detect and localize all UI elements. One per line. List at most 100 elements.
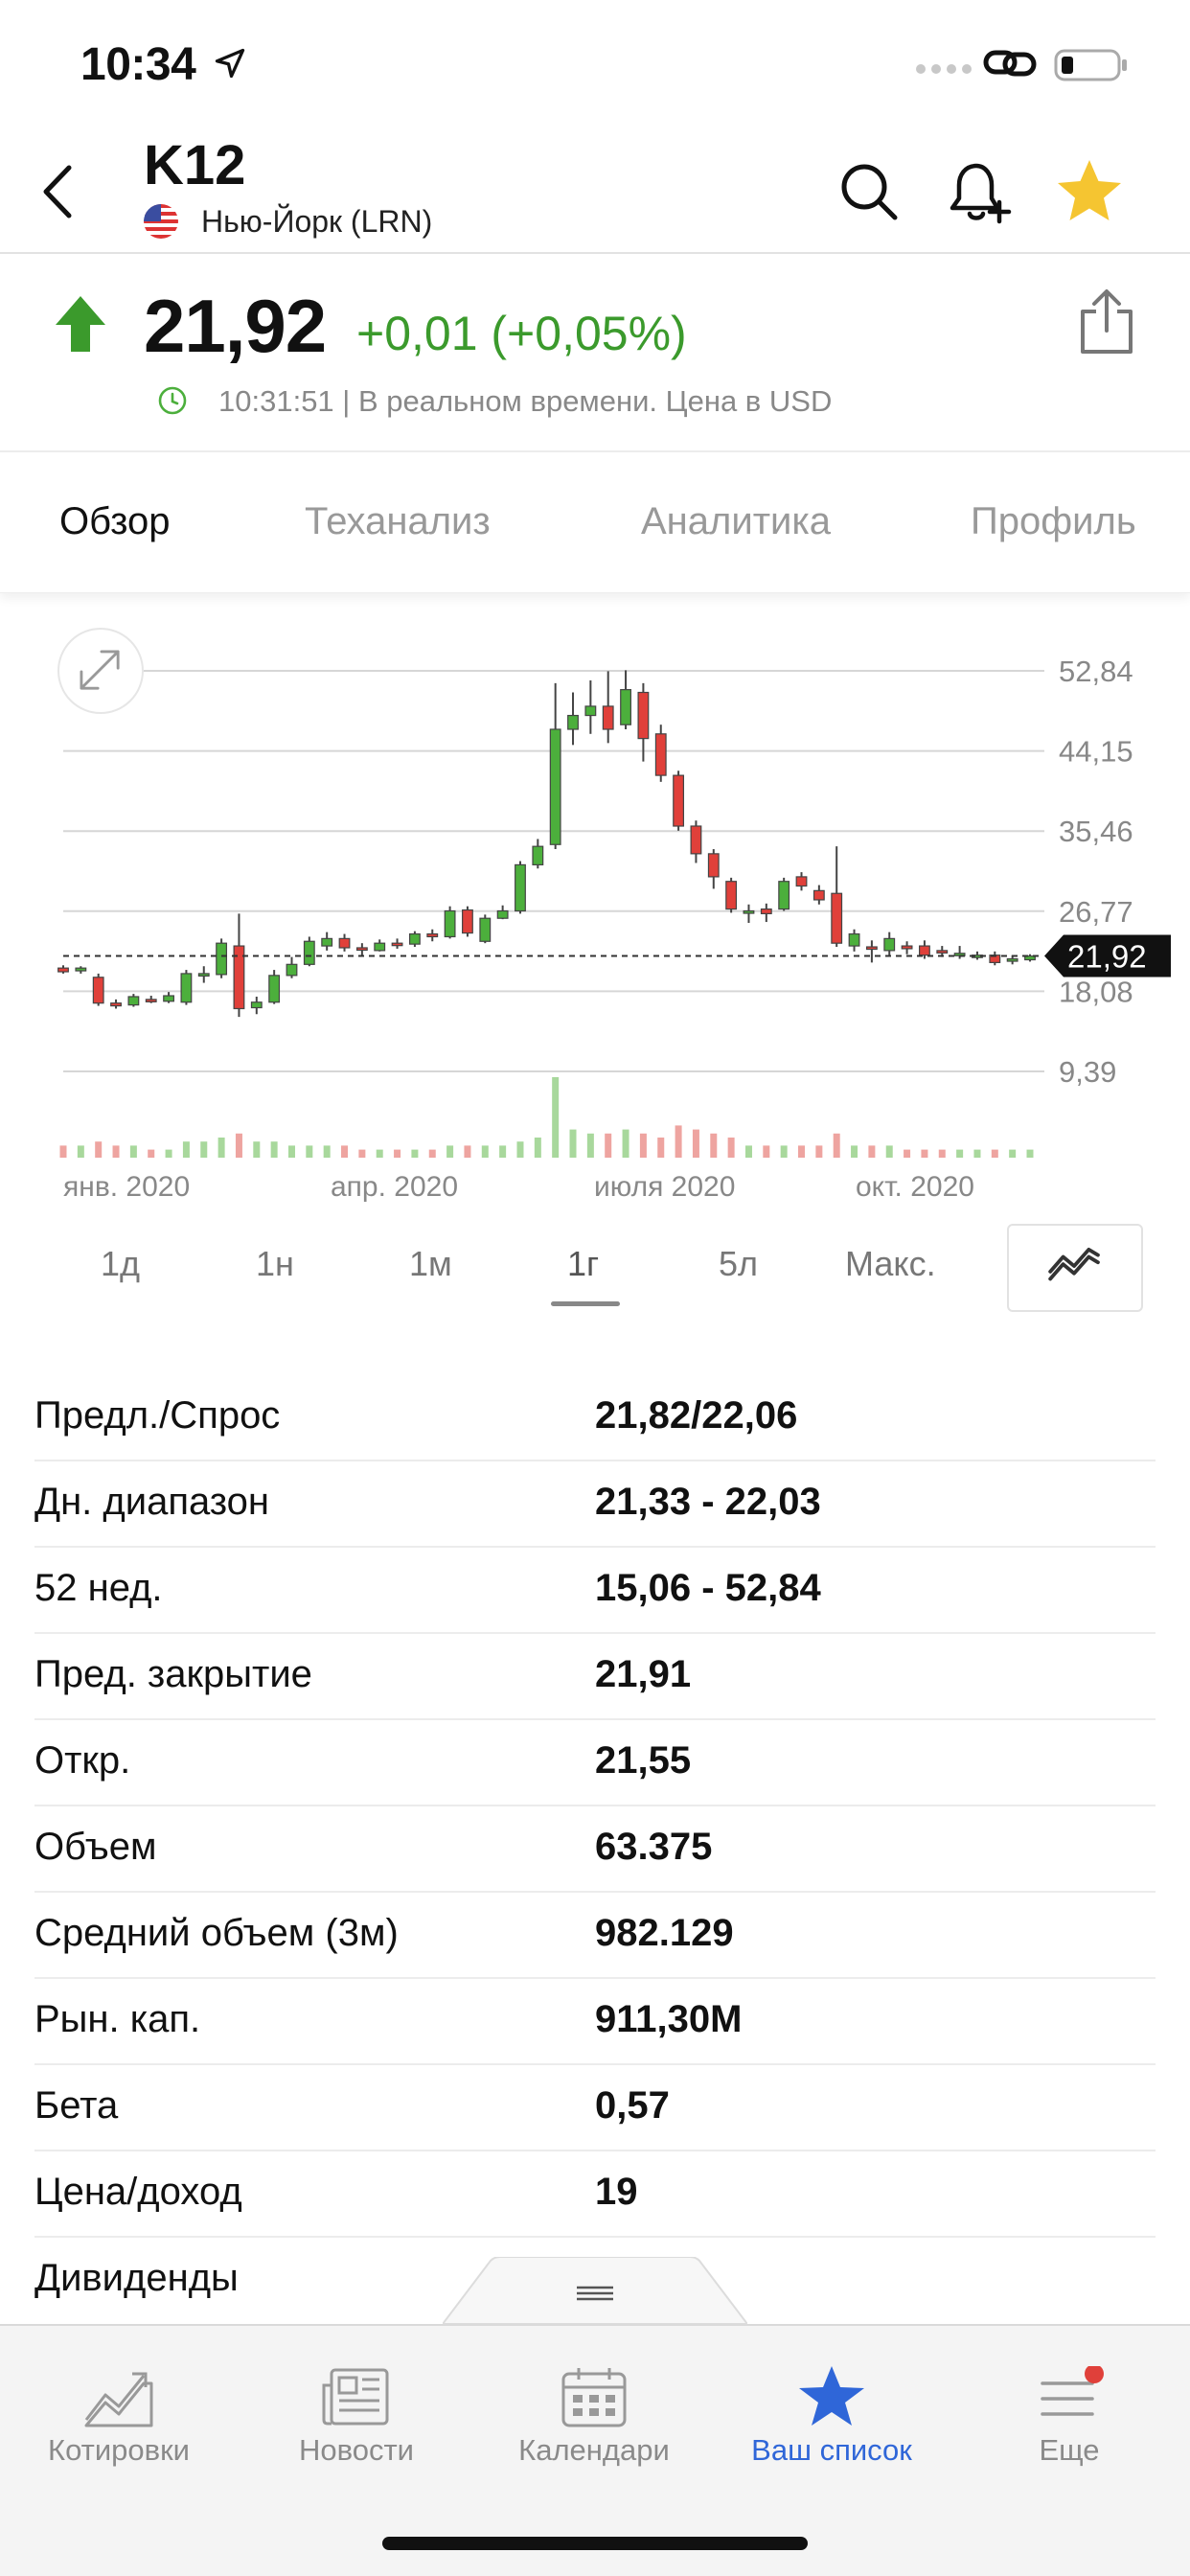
volume-bar xyxy=(200,1141,208,1158)
stat-label: Цена/доход xyxy=(34,2171,242,2213)
volume-bar xyxy=(956,1149,964,1158)
share-icon[interactable] xyxy=(1075,287,1138,356)
stat-label: Рын. кап. xyxy=(34,1998,201,2040)
stat-value: 0,57 xyxy=(595,2084,670,2127)
stat-label: Дивиденды xyxy=(34,2257,239,2299)
volume-bar xyxy=(253,1141,261,1158)
candle-body xyxy=(163,995,174,1002)
volume-bar xyxy=(287,1145,295,1158)
candle-body xyxy=(75,967,87,972)
candle-body xyxy=(268,975,281,1003)
volume-bar xyxy=(1009,1149,1017,1158)
volume-bar xyxy=(534,1138,541,1158)
exchange-label: Нью-Йорк (LRN) xyxy=(201,204,433,239)
stat-row: Объем 63.375 xyxy=(34,1806,1156,1893)
tabbar-label: Календари xyxy=(518,2433,670,2467)
candle-body xyxy=(778,881,790,910)
volume-bar xyxy=(815,1145,823,1158)
stat-row: 52 нед. 15,06 - 52,84 xyxy=(34,1548,1156,1634)
stat-value: 21,91 xyxy=(595,1653,692,1695)
candle-body xyxy=(901,945,913,950)
range-1y[interactable]: 1г xyxy=(567,1244,599,1284)
volume-bar xyxy=(394,1149,401,1158)
volume-bar xyxy=(129,1145,137,1158)
candle-body xyxy=(180,973,193,1003)
volume-bar xyxy=(464,1145,471,1158)
drawer-handle[interactable] xyxy=(443,2257,747,2324)
tabbar-watchlist[interactable]: Ваш список xyxy=(713,2326,950,2470)
volume-bar xyxy=(428,1149,436,1158)
volume-bar xyxy=(235,1133,242,1158)
link-icon xyxy=(983,50,1037,77)
volume-bar xyxy=(973,1149,981,1158)
newspaper-icon xyxy=(322,2368,389,2426)
tabbar-calendar[interactable]: Календари xyxy=(475,2326,713,2470)
tab-overview[interactable]: Обзор xyxy=(59,500,171,543)
volume-bar xyxy=(148,1149,155,1158)
volume-bar xyxy=(376,1149,383,1158)
volume-bar xyxy=(586,1133,594,1158)
volume-bar xyxy=(569,1129,577,1158)
x-tick-label: окт. 2020 xyxy=(856,1171,974,1203)
stat-row: Откр. 21,55 xyxy=(34,1720,1156,1806)
candle-body xyxy=(355,947,368,952)
home-indicator xyxy=(382,2537,808,2550)
candlestick-chart: 52,84 44,15 35,46 26,77 18,08 9,39 21,92 янв. 2… xyxy=(57,655,1171,1203)
candle-body xyxy=(462,908,473,934)
volume-bar xyxy=(991,1149,998,1158)
last-price: 21,92 xyxy=(144,284,327,368)
tab-technical[interactable]: Теханализ xyxy=(305,500,491,543)
volume-bar xyxy=(481,1145,489,1158)
volume-bar xyxy=(306,1145,313,1158)
menu-icon xyxy=(1041,2366,1104,2416)
watchlist-star-icon[interactable] xyxy=(1054,156,1125,227)
stat-value: 19 xyxy=(595,2171,638,2213)
stat-row: Цена/доход 19 xyxy=(34,2151,1156,2238)
range-5y[interactable]: 5л xyxy=(719,1244,758,1284)
range-1m[interactable]: 1м xyxy=(409,1244,452,1284)
candle-body xyxy=(197,973,210,978)
volume-bar xyxy=(798,1145,806,1158)
x-tick-label: июля 2020 xyxy=(594,1171,735,1203)
add-alert-bell-icon[interactable] xyxy=(944,158,1013,227)
tabbar-quotes[interactable]: Котировки xyxy=(0,2326,238,2470)
stat-value: 21,55 xyxy=(595,1739,692,1782)
tabbar-label: Еще xyxy=(1039,2433,1100,2467)
volume-bar xyxy=(270,1141,278,1158)
price-block: 21,92 +0,01 (+0,05%) 10:31:51 | В реальн… xyxy=(0,256,1190,452)
price-chart[interactable]: 52,84 44,15 35,46 26,77 18,08 9,39 21,92 янв. 2… xyxy=(0,594,1190,1208)
volume-bar xyxy=(411,1149,419,1158)
y-tick-label: 9,39 xyxy=(1059,1055,1116,1089)
tab-analytics[interactable]: Аналитика xyxy=(641,500,831,543)
stat-value: 21,82/22,06 xyxy=(595,1394,798,1437)
range-1w[interactable]: 1н xyxy=(256,1244,294,1284)
chart-type-button[interactable] xyxy=(1007,1224,1143,1312)
tabbar-more[interactable]: Еще xyxy=(950,2326,1188,2470)
candle-body xyxy=(549,728,561,845)
candle-body xyxy=(110,1002,122,1007)
candle-body xyxy=(919,945,930,956)
star-icon xyxy=(799,2366,864,2426)
candle-body xyxy=(795,876,808,887)
volume-bar xyxy=(763,1145,770,1158)
current-price-label: 21,92 xyxy=(1067,938,1147,974)
stat-label: 52 нед. xyxy=(34,1567,163,1609)
range-max[interactable]: Макс. xyxy=(845,1244,936,1284)
search-icon[interactable] xyxy=(835,158,903,225)
candle-body xyxy=(760,908,772,914)
candle-body xyxy=(865,946,878,951)
volume-bar xyxy=(675,1125,682,1158)
tabbar-news[interactable]: Новости xyxy=(238,2326,475,2470)
tabbar-label: Ваш список xyxy=(751,2433,912,2467)
header: K12 Нью-Йорк (LRN) xyxy=(0,129,1190,254)
candle-body xyxy=(831,892,843,944)
candle-body xyxy=(92,977,104,1004)
expand-chart-button[interactable] xyxy=(57,628,144,714)
back-button[interactable] xyxy=(29,158,96,225)
candle-body xyxy=(496,909,509,919)
volume-bar xyxy=(59,1145,67,1158)
candle-body xyxy=(620,689,631,725)
range-1d[interactable]: 1д xyxy=(101,1244,140,1284)
tab-profile[interactable]: Профиль xyxy=(971,500,1136,543)
volume-bar xyxy=(622,1129,629,1158)
